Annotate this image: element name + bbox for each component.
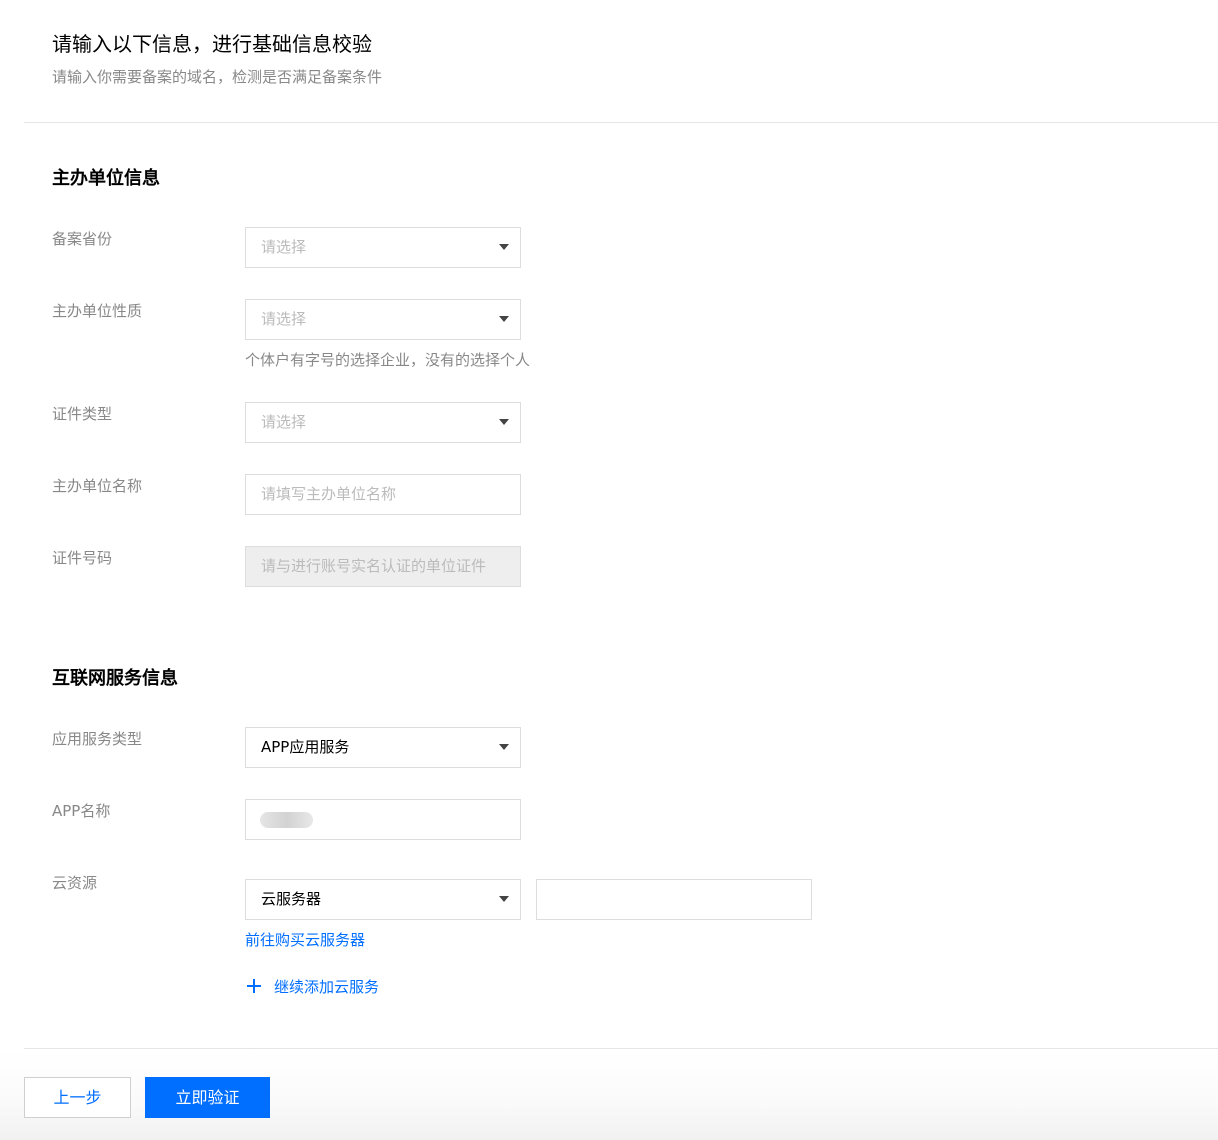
nature-label: 主办单位性质 — [52, 302, 143, 320]
app-name-input[interactable] — [245, 799, 521, 840]
caret-down-icon — [499, 316, 509, 322]
page-description: 请输入你需要备案的域名，检测是否满足备案条件 — [52, 68, 383, 86]
service-type-label: 应用服务类型 — [52, 730, 143, 748]
caret-down-icon — [499, 896, 509, 902]
cert-number-input: 请与进行账号实名认证的单位证件 — [245, 546, 521, 587]
plus-icon — [247, 979, 261, 993]
footer-divider — [24, 1048, 1218, 1049]
service-type-select-value: APP应用服务 — [261, 738, 350, 756]
app-name-redacted-value — [260, 812, 313, 828]
buy-cloud-server-link[interactable]: 前往购买云服务器 — [245, 930, 365, 950]
province-select[interactable]: 请选择 — [245, 227, 521, 268]
verify-now-button[interactable]: 立即验证 — [145, 1077, 270, 1118]
header-divider — [24, 122, 1218, 123]
cert-number-label: 证件号码 — [52, 549, 113, 567]
org-name-input-placeholder: 请填写主办单位名称 — [261, 485, 397, 503]
caret-down-icon — [499, 744, 509, 750]
add-cloud-service-label: 继续添加云服务 — [274, 977, 380, 996]
nature-select[interactable]: 请选择 — [245, 299, 521, 340]
service-type-select[interactable]: APP应用服务 — [245, 727, 521, 768]
org-name-input[interactable]: 请填写主办单位名称 — [245, 474, 521, 515]
page-header: 请输入以下信息，进行基础信息校验 请输入你需要备案的域名，检测是否满足备案条件 — [52, 30, 382, 87]
cert-type-select-placeholder: 请选择 — [261, 413, 307, 431]
cloud-resource-instance-input[interactable] — [536, 879, 812, 920]
previous-step-button[interactable]: 上一步 — [24, 1077, 131, 1118]
cloud-resource-label: 云资源 — [52, 874, 98, 892]
internet-section-title: 互联网服务信息 — [52, 668, 178, 689]
cert-number-input-placeholder: 请与进行账号实名认证的单位证件 — [261, 557, 487, 575]
app-name-label: APP名称 — [52, 802, 111, 820]
beian-verification-page: 请输入以下信息，进行基础信息校验 请输入你需要备案的域名，检测是否满足备案条件 … — [0, 0, 1218, 1140]
caret-down-icon — [499, 419, 509, 425]
cloud-resource-select[interactable]: 云服务器 — [245, 879, 521, 920]
nature-help-text: 个体户有字号的选择企业，没有的选择个人 — [245, 351, 531, 369]
province-label: 备案省份 — [52, 230, 113, 248]
province-select-placeholder: 请选择 — [261, 238, 307, 256]
cloud-resource-select-value: 云服务器 — [261, 890, 322, 908]
add-cloud-service-button[interactable]: 继续添加云服务 — [247, 976, 379, 996]
cert-type-label: 证件类型 — [52, 405, 113, 423]
cert-type-select[interactable]: 请选择 — [245, 402, 521, 443]
nature-select-placeholder: 请选择 — [261, 310, 307, 328]
caret-down-icon — [499, 244, 509, 250]
sponsor-section-title: 主办单位信息 — [52, 168, 160, 189]
page-title: 请输入以下信息，进行基础信息校验 — [52, 32, 372, 56]
org-name-label: 主办单位名称 — [52, 477, 143, 495]
